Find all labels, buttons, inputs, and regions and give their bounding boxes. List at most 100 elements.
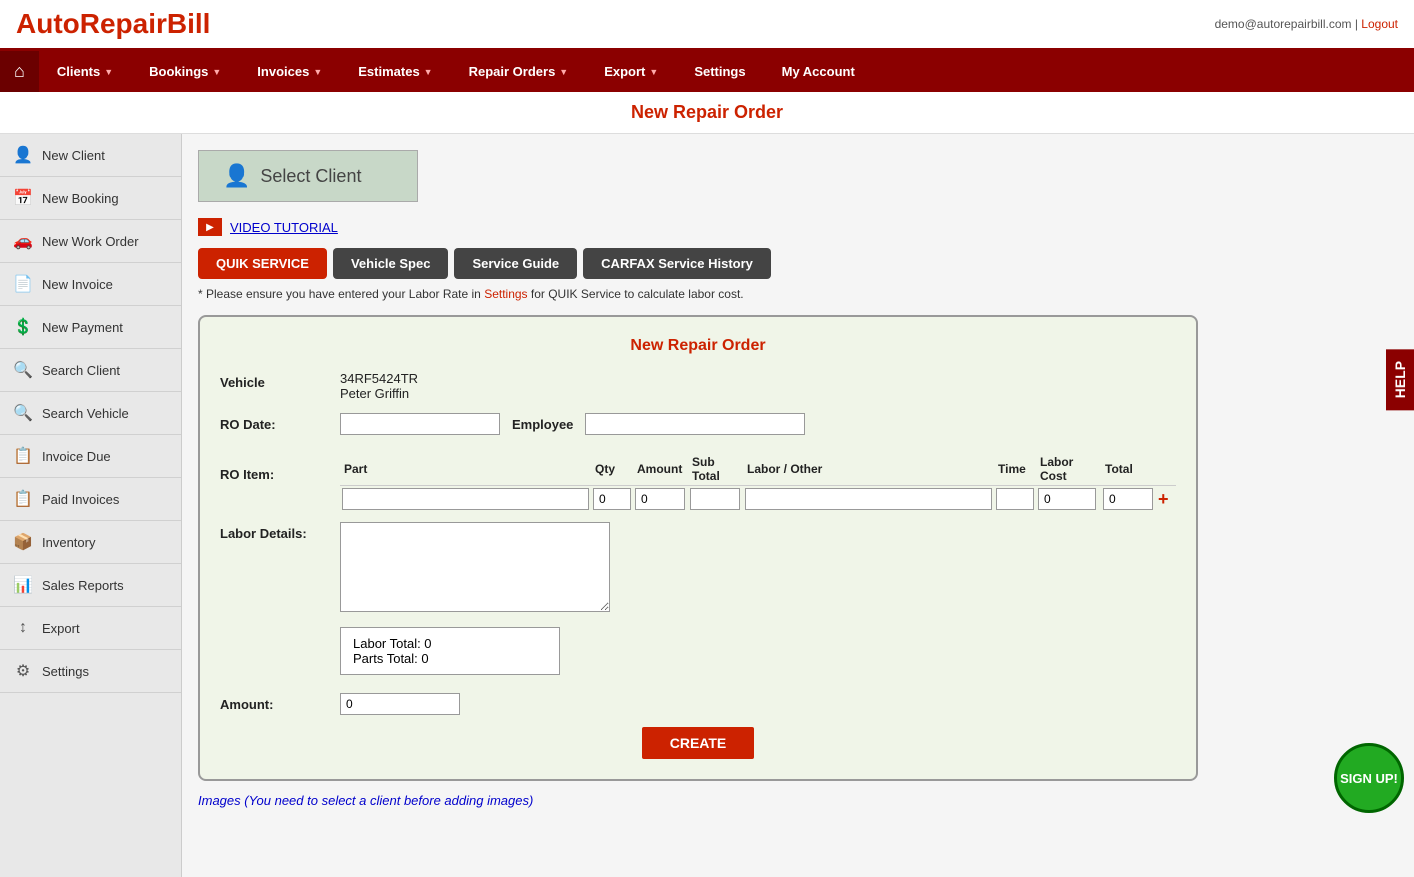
sidebar-item-invoice-due[interactable]: 📋 Invoice Due [0, 435, 181, 478]
vehicle-plate: 34RF5424TR [340, 371, 1176, 386]
sidebar-label-settings: Settings [42, 664, 89, 679]
sidebar-label-search-client: Search Client [42, 363, 120, 378]
export-icon: ↕ [12, 617, 34, 639]
ro-date-value-area: Employee [340, 413, 1176, 435]
nav-bookings[interactable]: Bookings ▼ [131, 54, 239, 89]
part-input[interactable] [342, 488, 589, 510]
invoices-arrow: ▼ [313, 67, 322, 77]
items-table: Part Qty Amount Sub Total Labor / Other … [340, 453, 1176, 512]
ro-date-row: RO Date: Employee [220, 413, 1176, 435]
sidebar-label-search-vehicle: Search Vehicle [42, 406, 129, 421]
add-row-cell: + [1156, 486, 1176, 513]
sidebar: 👤 New Client 📅 New Booking 🚗 New Work Or… [0, 134, 182, 877]
sidebar-label-new-client: New Client [42, 148, 105, 163]
tabs-row: QUIK SERVICE Vehicle Spec Service Guide … [198, 248, 1398, 279]
form-card-title: New Repair Order [220, 337, 1176, 355]
subtotal-cell [688, 486, 743, 513]
sidebar-label-new-work-order: New Work Order [42, 234, 139, 249]
labor-cost-cell [1036, 486, 1101, 513]
labor-cost-input[interactable] [1038, 488, 1096, 510]
labor-details-area [340, 522, 1176, 615]
new-payment-icon: 💲 [12, 316, 34, 338]
col-subtotal: Sub Total [688, 453, 743, 486]
nav-export[interactable]: Export ▼ [586, 54, 676, 89]
totals-box: Labor Total: 0 Parts Total: 0 [340, 627, 560, 675]
subtotal-input[interactable] [690, 488, 740, 510]
nav-repair-orders[interactable]: Repair Orders ▼ [451, 54, 587, 89]
video-icon [198, 218, 222, 236]
labor-total: Labor Total: 0 [353, 636, 547, 651]
nav-home[interactable]: ⌂ [0, 51, 39, 92]
person-icon: 👤 [223, 163, 250, 189]
help-tab[interactable]: HELP [1386, 349, 1414, 410]
total-input[interactable] [1103, 488, 1153, 510]
new-booking-icon: 📅 [12, 187, 34, 209]
time-input[interactable] [996, 488, 1034, 510]
settings-icon: ⚙ [12, 660, 34, 682]
ro-item-label: RO Item: [220, 447, 340, 482]
nav-invoices[interactable]: Invoices ▼ [239, 54, 340, 89]
settings-link[interactable]: Settings [484, 287, 527, 301]
sidebar-item-new-payment[interactable]: 💲 New Payment [0, 306, 181, 349]
labor-details-row: Labor Details: [220, 522, 1176, 615]
sidebar-item-search-client[interactable]: 🔍 Search Client [0, 349, 181, 392]
labor-details-input[interactable] [340, 522, 610, 612]
qty-input[interactable] [593, 488, 631, 510]
sidebar-item-inventory[interactable]: 📦 Inventory [0, 521, 181, 564]
tab-quik-service[interactable]: QUIK SERVICE [198, 248, 327, 279]
estimates-arrow: ▼ [424, 67, 433, 77]
top-bar: AutoRepairBill demo@autorepairbill.com |… [0, 0, 1414, 51]
tab-carfax[interactable]: CARFAX Service History [583, 248, 771, 279]
ro-item-table-area: Part Qty Amount Sub Total Labor / Other … [340, 447, 1176, 512]
new-client-icon: 👤 [12, 144, 34, 166]
invoice-due-icon: 📋 [12, 445, 34, 467]
sidebar-item-export[interactable]: ↕ Export [0, 607, 181, 650]
sidebar-item-new-booking[interactable]: 📅 New Booking [0, 177, 181, 220]
app-logo: AutoRepairBill [16, 8, 210, 40]
paid-invoices-icon: 📋 [12, 488, 34, 510]
sidebar-item-sales-reports[interactable]: 📊 Sales Reports [0, 564, 181, 607]
user-email: demo@autorepairbill.com [1215, 17, 1352, 31]
create-button[interactable]: CREATE [642, 727, 755, 759]
col-time: Time [994, 453, 1036, 486]
nav-bar: ⌂ Clients ▼ Bookings ▼ Invoices ▼ Estima… [0, 51, 1414, 92]
select-client-button[interactable]: 👤 Select Client [198, 150, 418, 202]
main-content: 👤 Select Client VIDEO TUTORIAL QUIK SERV… [182, 134, 1414, 877]
employee-input[interactable] [585, 413, 805, 435]
add-row-button[interactable]: + [1158, 489, 1169, 510]
vehicle-label: Vehicle [220, 371, 340, 390]
ro-date-input[interactable] [340, 413, 500, 435]
video-tutorial-link[interactable]: VIDEO TUTORIAL [230, 220, 338, 235]
logout-link[interactable]: Logout [1361, 17, 1398, 31]
labor-other-input[interactable] [745, 488, 992, 510]
amount-cell [633, 486, 688, 513]
main-layout: 👤 New Client 📅 New Booking 🚗 New Work Or… [0, 134, 1414, 877]
vehicle-name: Peter Griffin [340, 386, 1176, 401]
amount-field[interactable] [340, 693, 460, 715]
sidebar-item-new-client[interactable]: 👤 New Client [0, 134, 181, 177]
sidebar-item-search-vehicle[interactable]: 🔍 Search Vehicle [0, 392, 181, 435]
warning-text: * Please ensure you have entered your La… [198, 287, 1398, 301]
totals-area: Labor Total: 0 Parts Total: 0 [340, 627, 1176, 685]
tab-vehicle-spec[interactable]: Vehicle Spec [333, 248, 449, 279]
export-arrow: ▼ [649, 67, 658, 77]
sidebar-label-export: Export [42, 621, 80, 636]
sidebar-item-new-invoice[interactable]: 📄 New Invoice [0, 263, 181, 306]
tab-service-guide[interactable]: Service Guide [454, 248, 577, 279]
parts-total: Parts Total: 0 [353, 651, 547, 666]
sidebar-label-new-booking: New Booking [42, 191, 119, 206]
sidebar-label-inventory: Inventory [42, 535, 95, 550]
nav-clients[interactable]: Clients ▼ [39, 54, 131, 89]
inventory-icon: 📦 [12, 531, 34, 553]
nav-settings[interactable]: Settings [676, 54, 763, 89]
sales-reports-icon: 📊 [12, 574, 34, 596]
nav-my-account[interactable]: My Account [764, 54, 873, 89]
sidebar-item-settings[interactable]: ⚙ Settings [0, 650, 181, 693]
table-row: + [340, 486, 1176, 513]
sidebar-item-new-work-order[interactable]: 🚗 New Work Order [0, 220, 181, 263]
search-client-icon: 🔍 [12, 359, 34, 381]
nav-estimates[interactable]: Estimates ▼ [340, 54, 450, 89]
signup-button[interactable]: SIGN UP! [1334, 743, 1404, 813]
amount-input-row[interactable] [635, 488, 685, 510]
sidebar-item-paid-invoices[interactable]: 📋 Paid Invoices [0, 478, 181, 521]
